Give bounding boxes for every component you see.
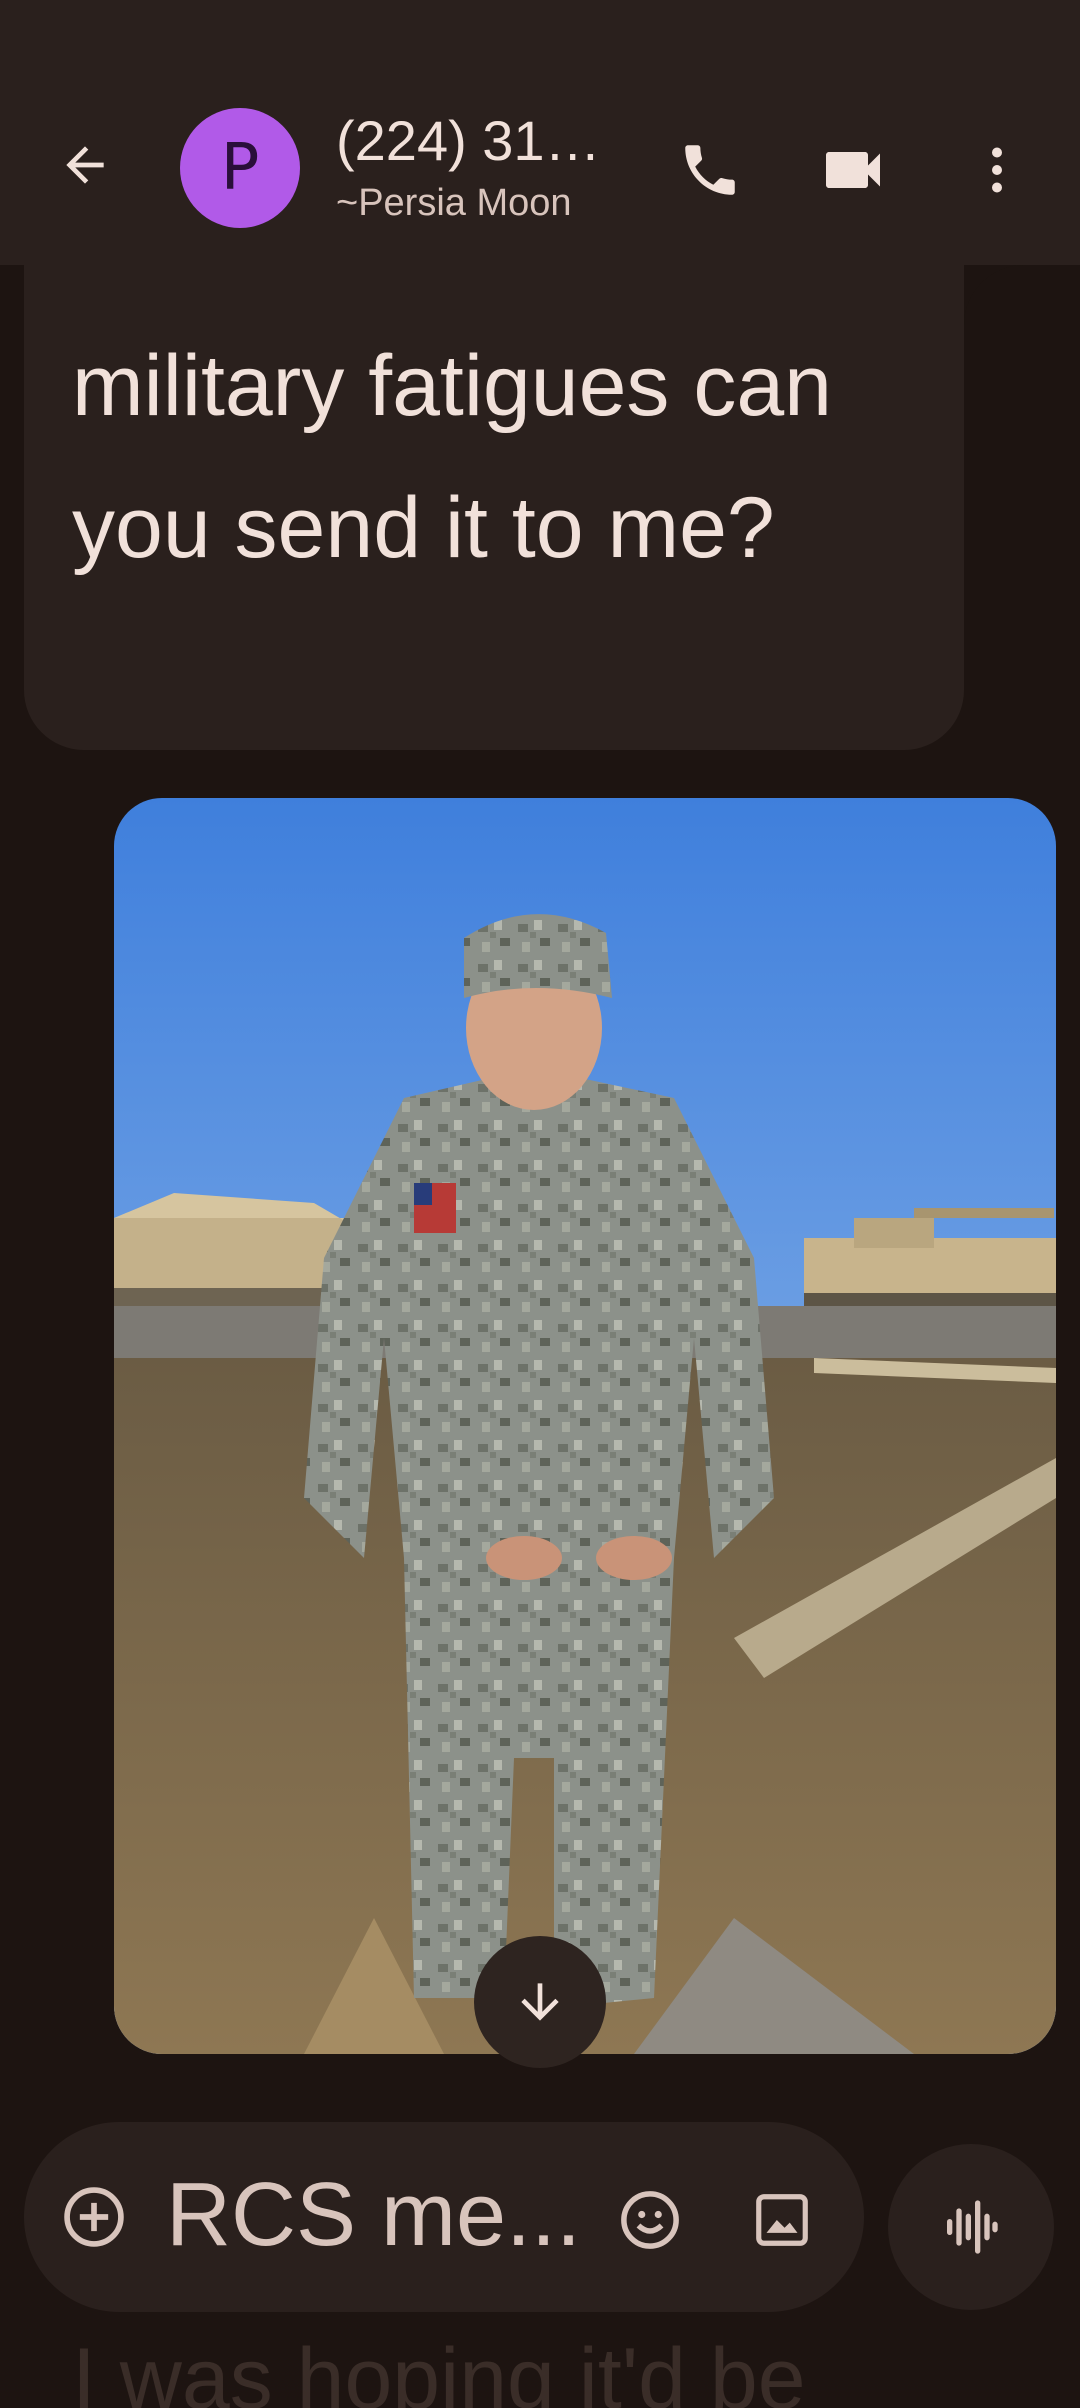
gallery-icon xyxy=(756,2194,808,2246)
video-camera-icon xyxy=(826,152,880,188)
voice-call-button[interactable] xyxy=(665,125,755,215)
soldier-photo xyxy=(114,798,1056,2054)
attach-button[interactable] xyxy=(54,2177,134,2257)
contact-number[interactable]: (224) 316... xyxy=(336,108,616,173)
conversation-app-bar: P (224) 316... ~Persia Moon xyxy=(0,0,1080,265)
next-message-preview: I was hoping it'd be xyxy=(72,2331,806,2408)
back-arrow-icon xyxy=(66,146,104,184)
contact-name: ~Persia Moon xyxy=(336,182,572,224)
avatar-letter: P xyxy=(220,131,260,205)
messages-screen: P (224) 316... ~Persia Moon military fat… xyxy=(0,0,1080,2408)
message-input[interactable]: RCS me... xyxy=(166,2150,606,2280)
photo-message[interactable] xyxy=(114,798,1056,2054)
scroll-to-bottom-button[interactable] xyxy=(474,1936,606,2068)
emoji-button[interactable] xyxy=(612,2182,688,2258)
phone-icon xyxy=(685,145,735,195)
contact-avatar[interactable]: P xyxy=(180,108,300,228)
voice-waveform-icon xyxy=(947,2200,998,2254)
more-vert-icon xyxy=(992,147,1002,193)
incoming-message-text: military fatigues can you send it to me? xyxy=(72,338,832,576)
more-options-button[interactable] xyxy=(952,125,1042,215)
compose-bar: RCS me... xyxy=(24,2122,864,2312)
video-call-button[interactable] xyxy=(808,125,898,215)
back-button[interactable] xyxy=(40,120,130,210)
gallery-button[interactable] xyxy=(744,2182,820,2258)
voice-message-button[interactable] xyxy=(888,2144,1054,2310)
arrow-down-icon xyxy=(521,1983,559,2021)
emoji-icon xyxy=(621,2191,679,2249)
add-circle-icon xyxy=(64,2187,124,2247)
